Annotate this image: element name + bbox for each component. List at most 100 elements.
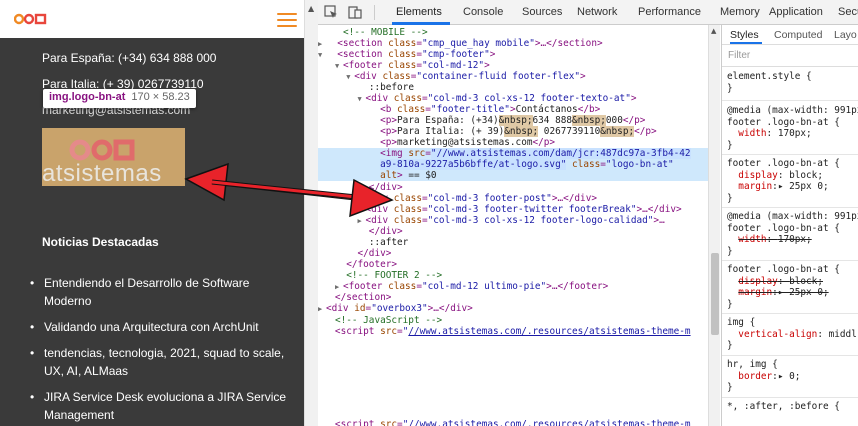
news-item[interactable]: JIRA Service Desk evoluciona a JIRA Serv… [28,388,298,424]
dom-node-line[interactable]: </div> [318,226,708,237]
tab-sources[interactable]: Sources [522,6,562,18]
styles-tabbar: Styles Computed Layo [722,25,858,45]
tab-network[interactable]: Network [577,6,617,18]
toolbar-divider [374,5,375,20]
rule-media-width[interactable]: @media (max-width: 991px footer .logo-bn… [727,105,858,151]
rule-element-style[interactable]: element.style { } [727,71,812,94]
prop-name: width [738,234,767,245]
dom-node-line[interactable]: ▶ <section class="cmp_que_hay mobile">…<… [318,38,708,49]
rule-universal[interactable]: *, :after, :before { [727,401,840,413]
hamburger-menu-icon[interactable] [277,13,297,27]
tab-elements[interactable]: Elements [396,6,442,18]
news-item[interactable]: tendencias, tecnologia, 2021, squad to s… [28,344,298,380]
dom-node-line[interactable]: <!-- FOOTER 2 --> [318,270,708,281]
rule-divider [722,355,858,356]
dom-node-line[interactable]: <p>Para Italia: (+ 39)&nbsp; 0267739110&… [318,126,708,137]
rule-divider [722,260,858,261]
rule-selector: footer .logo-bn-at { [727,222,840,234]
news-list: Entendiendo el Desarrollo de Software Mo… [28,274,298,426]
prop-name: border [738,370,773,382]
dom-node-line[interactable]: ::after [318,237,708,248]
dom-node-line[interactable]: ▶ <div class="col-md-3 footer-post">…</di… [318,193,708,204]
tab-console[interactable]: Console [463,6,503,18]
rule-media: @media (max-width: 991px [727,211,858,222]
rule-hr-img[interactable]: hr, img { border:▸ 0; } [727,359,800,394]
dom-node-line[interactable]: <script src="//www.atsistemas.com/.resou… [318,326,708,337]
prop-value: block; [789,275,823,287]
news-item[interactable]: Validando una Arquitectura con ArchUnit [28,318,298,336]
scroll-up-icon[interactable]: ▲ [711,27,716,35]
tab-computed[interactable]: Computed [774,29,822,41]
dom-node-line[interactable]: <b class="footer-title">Contáctanos</b> [318,104,708,115]
tab-performance[interactable]: Performance [638,6,701,18]
dom-node-line[interactable]: <!-- JavaScript --> [318,315,708,326]
dom-node-line[interactable]: <!-- MOBILE --> [318,27,708,38]
prop-name: margin [738,287,773,298]
dom-node-line[interactable]: ▶ <div id="overbox3">…</div> [318,303,708,314]
prop-value: ▸ 0; [777,370,801,382]
styles-tab-indicator [730,42,762,44]
dom-node-line[interactable]: ▶ <div class="col-md-3 footer-twitter foo… [318,204,708,215]
scroll-up-icon[interactable]: ▲ [308,4,314,13]
rule-selector: img { [727,317,756,328]
dom-node-line[interactable]: ▼ <div class="col-md-3 col-xs-12 footer-t… [318,93,708,104]
dom-node-line[interactable]: ▶ <footer class="col-md-12 ultimo-pie">…<… [318,281,708,292]
tab-layout[interactable]: Layo [834,29,857,41]
site-header [0,0,304,38]
rule-divider [722,100,858,101]
dom-node-line[interactable]: <img src="//www.atsistemas.com/dam/jcr:4… [318,148,708,160]
rule-display-margin[interactable]: footer .logo-bn-at { display: block; mar… [727,158,840,204]
elements-scrollbar[interactable]: ▲ [708,25,720,426]
dom-node-line[interactable]: <p>Para España: (+34)&nbsp;634 888&nbsp;… [318,115,708,126]
dom-node-line[interactable]: <p>marketing@atsistemas.com</p> [318,137,708,148]
dom-node-line[interactable]: alt> == $0 [318,170,708,182]
devtools-tabbar: Elements Console Sources Network Perform… [318,0,858,25]
img-src-part2[interactable]: a9-810a-9227a5b6bffe/at-logo.svg [380,159,561,170]
dom-node-line[interactable]: ▼ <footer class="col-md-12"> [318,60,708,71]
at-logo-text: atsistemas [42,160,162,187]
tab-application[interactable]: Application [769,6,823,18]
rule-overridden-display[interactable]: footer .logo-bn-at { display: block; mar… [727,264,840,310]
img-class-value[interactable]: logo-bn-at [612,159,668,170]
dom-node-line[interactable]: ▼ <div class="container-fluid footer-flex… [318,71,708,82]
rule-selector: *, :after, :before { [727,401,840,412]
dom-node-line[interactable]: </div> [318,248,708,259]
rule-selector: footer .logo-bn-at { [727,158,840,169]
dom-node-line[interactable]: </footer> [318,259,708,270]
rule-divider [722,207,858,208]
elements-tree[interactable]: <!-- MOBILE --> ▶ <section class="cmp_que… [318,25,708,426]
device-toolbar-icon[interactable] [348,5,362,19]
news-item[interactable]: Entendiendo el Desarrollo de Software Mo… [28,274,298,310]
tab-memory[interactable]: Memory [720,6,760,18]
rule-selector: hr, img { [727,359,778,370]
rule-overridden-width[interactable]: @media (max-width: 991px footer .logo-bn… [727,211,858,257]
dom-node-line[interactable]: </div> [318,182,708,193]
scrollbar-thumb[interactable] [711,253,719,335]
filter-input[interactable]: Filter [728,50,750,61]
preview-scrollbar[interactable]: ▲ [304,0,318,426]
dom-node-line[interactable]: ▶ <div class="col-md-3 col-xs-12 footer-l… [318,215,708,226]
atsistemas-logo-icon[interactable] [14,12,48,26]
tab-styles[interactable]: Styles [730,29,759,41]
dom-node-line[interactable]: <script src="//www.atsistemas.com/.resou… [318,419,708,426]
tooltip-size: 170 × 58.23 [131,91,190,103]
rule-selector: footer .logo-bn-at { [727,264,840,275]
dom-node-line[interactable]: a9-810a-9227a5b6bffe/at-logo.svg" class=… [318,159,708,171]
prop-value: block; [789,169,823,181]
prop-value: 170px; [777,128,812,139]
tab-security[interactable]: Security [838,6,858,18]
dom-node-line[interactable]: ::before [318,82,708,93]
prop-value: ▸ 25px 0; [777,287,829,298]
section-title: Noticias Destacadas [42,235,159,249]
prop-name: vertical-align [738,328,818,340]
prop-value: ▸ 25px 0; [777,181,829,192]
dom-node-line[interactable]: </section> [318,292,708,303]
rule-img[interactable]: img { vertical-align: middl } [727,317,857,352]
prop-name: width [738,128,767,139]
dom-node-line[interactable]: ▼ <section class="cmp-footer"> [318,49,708,60]
prop-name: margin [738,181,773,192]
inspect-element-icon[interactable] [324,5,338,19]
prop-name: display [738,169,778,181]
img-src-part1[interactable]: //www.atsistemas.com/dam/jcr:487dc97a-3f… [437,148,691,159]
filter-divider [722,66,858,67]
